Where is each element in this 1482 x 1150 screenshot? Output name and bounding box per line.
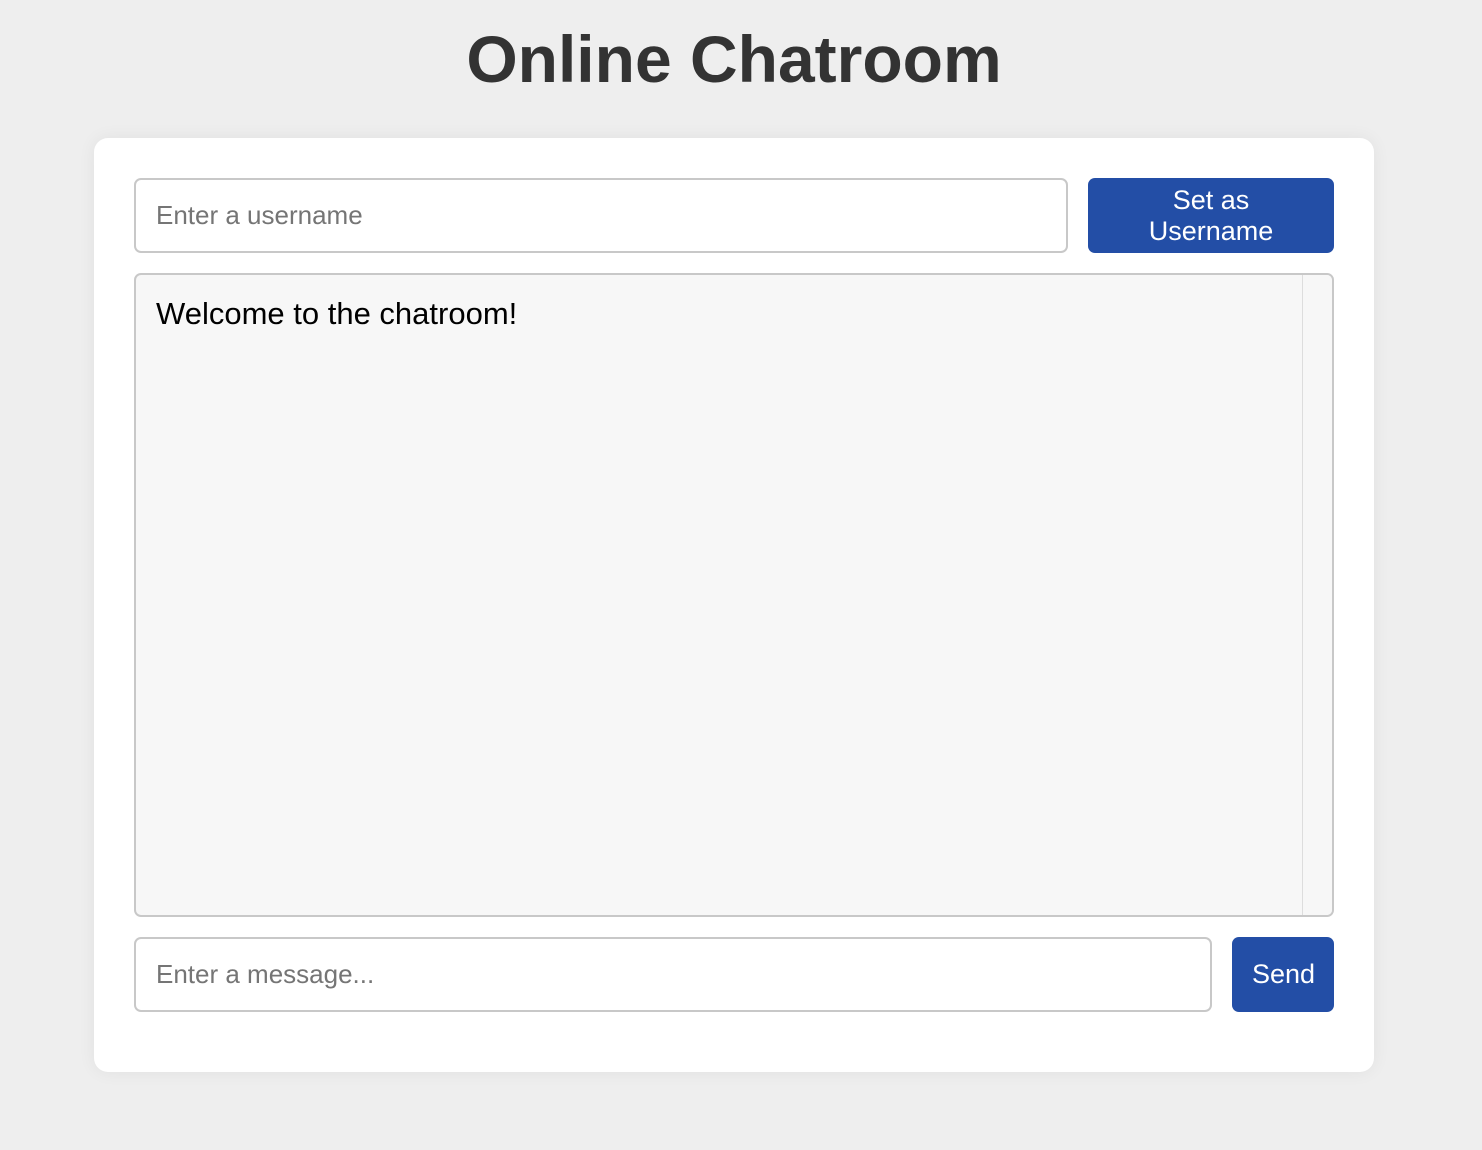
page-title: Online Chatroom [466, 22, 1002, 96]
username-input[interactable] [134, 178, 1068, 253]
set-username-button[interactable]: Set as Username [1088, 178, 1334, 253]
username-form: Set as Username [134, 178, 1334, 253]
send-button[interactable]: Send [1232, 937, 1334, 1012]
message-input[interactable] [134, 937, 1212, 1012]
chat-scrollbar[interactable] [1302, 275, 1332, 915]
chat-message-list: Welcome to the chatroom! [136, 275, 1302, 915]
chat-messages-box[interactable]: Welcome to the chatroom! [134, 273, 1334, 917]
chat-card: Set as Username Welcome to the chatroom!… [94, 138, 1374, 1072]
page: Online Chatroom Set as Username Welcome … [0, 0, 1482, 1150]
message-form: Send [134, 937, 1334, 1012]
chat-message: Welcome to the chatroom! [156, 296, 518, 331]
